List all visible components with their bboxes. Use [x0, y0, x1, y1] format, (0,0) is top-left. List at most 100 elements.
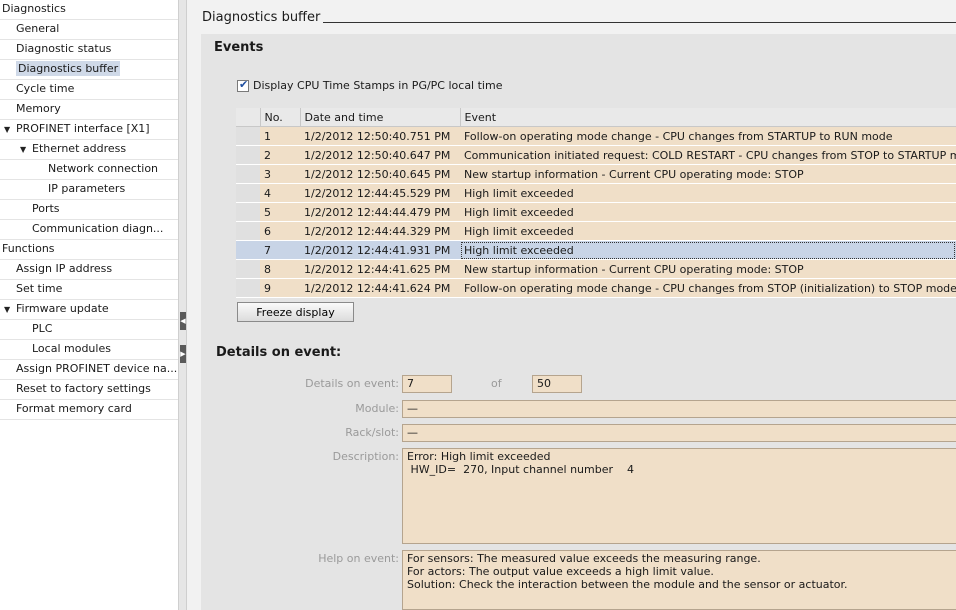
nav-item[interactable]: Assign PROFINET device na...: [0, 360, 178, 380]
expand-triangle-icon[interactable]: ▼: [4, 121, 16, 139]
nav-item[interactable]: ▼ PROFINET interface [X1]: [0, 120, 178, 140]
nav-item-label: Local modules: [32, 342, 111, 355]
cell-no: 5: [260, 202, 300, 222]
column-header-no[interactable]: No.: [260, 108, 301, 127]
nav-item[interactable]: General: [0, 20, 178, 40]
details-title: Details on event:: [216, 345, 342, 360]
nav-item[interactable]: Diagnostics buffer: [0, 60, 178, 80]
nav-item-label: Format memory card: [16, 402, 132, 415]
cell-event: High limit exceeded: [460, 202, 956, 222]
nav-item[interactable]: Functions: [0, 240, 178, 260]
row-handle[interactable]: [236, 278, 260, 298]
nav-item[interactable]: Set time: [0, 280, 178, 300]
expand-triangle-icon[interactable]: ▼: [4, 301, 16, 319]
column-header-date-time[interactable]: Date and time: [300, 108, 461, 127]
events-table: No. Date and time Event 1 1/2/2012 12:50:…: [236, 108, 956, 298]
nav-item[interactable]: Diagnostics: [0, 0, 178, 20]
nav-item-label: Set time: [16, 282, 63, 295]
cell-event: High limit exceeded: [460, 240, 956, 260]
nav-item-label: Cycle time: [16, 82, 75, 95]
expand-triangle-icon[interactable]: ▼: [20, 141, 32, 159]
table-row[interactable]: 3 1/2/2012 12:50:40.645 PM New startup inf…: [236, 164, 956, 184]
cell-no: 9: [260, 278, 300, 298]
checkbox-checked-icon[interactable]: [237, 78, 249, 92]
module-label: Module:: [355, 402, 399, 415]
event-number-field[interactable]: 7: [402, 375, 452, 393]
nav-item-label: Communication diagn...: [32, 222, 164, 235]
table-row[interactable]: 7 1/2/2012 12:44:41.931 PM High limit exce…: [236, 240, 956, 260]
nav-item[interactable]: Network connection: [0, 160, 178, 180]
nav-item[interactable]: Memory: [0, 100, 178, 120]
table-row[interactable]: 6 1/2/2012 12:44:44.329 PM High limit exce…: [236, 221, 956, 241]
nav-item[interactable]: ▼ Ethernet address: [0, 140, 178, 160]
nav-item-label: Memory: [16, 102, 61, 115]
table-row[interactable]: 9 1/2/2012 12:44:41.624 PM Follow-on opera…: [236, 278, 956, 298]
events-table-body: 1 1/2/2012 12:50:40.751 PM Follow-on opera…: [236, 126, 956, 298]
cell-no: 7: [260, 240, 300, 260]
nav-item[interactable]: Cycle time: [0, 80, 178, 100]
cell-event: High limit exceeded: [460, 221, 956, 241]
row-handle[interactable]: [236, 221, 260, 241]
cell-event: High limit exceeded: [460, 183, 956, 203]
row-handle[interactable]: [236, 183, 260, 203]
nav-item-label: Reset to factory settings: [16, 382, 151, 395]
cell-event: Follow-on operating mode change - CPU ch…: [460, 126, 956, 146]
cell-event: Follow-on operating mode change - CPU ch…: [460, 278, 956, 298]
table-row[interactable]: 1 1/2/2012 12:50:40.751 PM Follow-on opera…: [236, 126, 956, 146]
nav-item[interactable]: Diagnostic status: [0, 40, 178, 60]
nav-item-label: Ports: [32, 202, 60, 215]
freeze-display-button[interactable]: Freeze display: [237, 302, 354, 322]
nav-item[interactable]: Communication diagn...: [0, 220, 178, 240]
help-label: Help on event:: [318, 552, 399, 565]
events-title: Events: [214, 40, 264, 55]
table-row[interactable]: 4 1/2/2012 12:44:45.529 PM High limit exce…: [236, 183, 956, 203]
cell-no: 6: [260, 221, 300, 241]
nav-item[interactable]: Assign IP address: [0, 260, 178, 280]
nav-item[interactable]: ▼ Firmware update: [0, 300, 178, 320]
nav-item[interactable]: Reset to factory settings: [0, 380, 178, 400]
row-handle-header: [236, 108, 261, 127]
nav-item-label: Network connection: [48, 162, 159, 175]
rack-slot-label: Rack/slot:: [345, 426, 399, 439]
description-field[interactable]: Error: High limit exceeded HW_ID= 270, I…: [402, 448, 956, 544]
row-handle[interactable]: [236, 164, 260, 184]
details-event-label: Details on event:: [305, 377, 399, 390]
collapse-left-arrow-icon[interactable]: ◀: [180, 312, 186, 330]
nav-item[interactable]: Format memory card: [0, 400, 178, 420]
cell-no: 3: [260, 164, 300, 184]
nav-item[interactable]: PLC: [0, 320, 178, 340]
cell-no: 4: [260, 183, 300, 203]
expand-right-arrow-icon[interactable]: ▶: [180, 345, 186, 363]
cell-date-time: 1/2/2012 12:50:40.647 PM: [300, 145, 460, 165]
navigation-tree: Diagnostics General Diagnostic status Diagn…: [0, 0, 178, 610]
nav-item-label: Firmware update: [16, 302, 109, 315]
table-row[interactable]: 8 1/2/2012 12:44:41.625 PM New startup inf…: [236, 259, 956, 279]
table-row[interactable]: 5 1/2/2012 12:44:44.479 PM High limit exce…: [236, 202, 956, 222]
timestamp-checkbox-label: Display CPU Time Stamps in PG/PC local t…: [253, 79, 503, 92]
cell-date-time: 1/2/2012 12:50:40.751 PM: [300, 126, 460, 146]
timestamp-checkbox[interactable]: Display CPU Time Stamps in PG/PC local t…: [237, 78, 503, 92]
nav-item[interactable]: Ports: [0, 200, 178, 220]
nav-item-label: Diagnostic status: [16, 42, 112, 55]
navigation-list: Diagnostics General Diagnostic status Diagn…: [0, 0, 178, 420]
total-events-field: 50: [532, 375, 582, 393]
row-handle[interactable]: [236, 259, 260, 279]
cell-no: 8: [260, 259, 300, 279]
nav-item-label: PLC: [32, 322, 53, 335]
panel-splitter[interactable]: ◀ ▶: [178, 0, 187, 610]
row-handle[interactable]: [236, 240, 260, 260]
row-handle[interactable]: [236, 202, 260, 222]
nav-item[interactable]: Local modules: [0, 340, 178, 360]
of-label: of: [491, 377, 502, 390]
cell-date-time: 1/2/2012 12:44:45.529 PM: [300, 183, 460, 203]
row-handle[interactable]: [236, 145, 260, 165]
cell-no: 1: [260, 126, 300, 146]
help-field[interactable]: For sensors: The measured value exceeds …: [402, 550, 956, 610]
row-handle[interactable]: [236, 126, 260, 146]
nav-item-label: Ethernet address: [32, 142, 127, 155]
table-row[interactable]: 2 1/2/2012 12:50:40.647 PM Communication i…: [236, 145, 956, 165]
nav-item[interactable]: IP parameters: [0, 180, 178, 200]
rack-slot-field: —: [402, 424, 956, 442]
column-header-event[interactable]: Event: [460, 108, 956, 127]
cell-date-time: 1/2/2012 12:44:41.624 PM: [300, 278, 460, 298]
